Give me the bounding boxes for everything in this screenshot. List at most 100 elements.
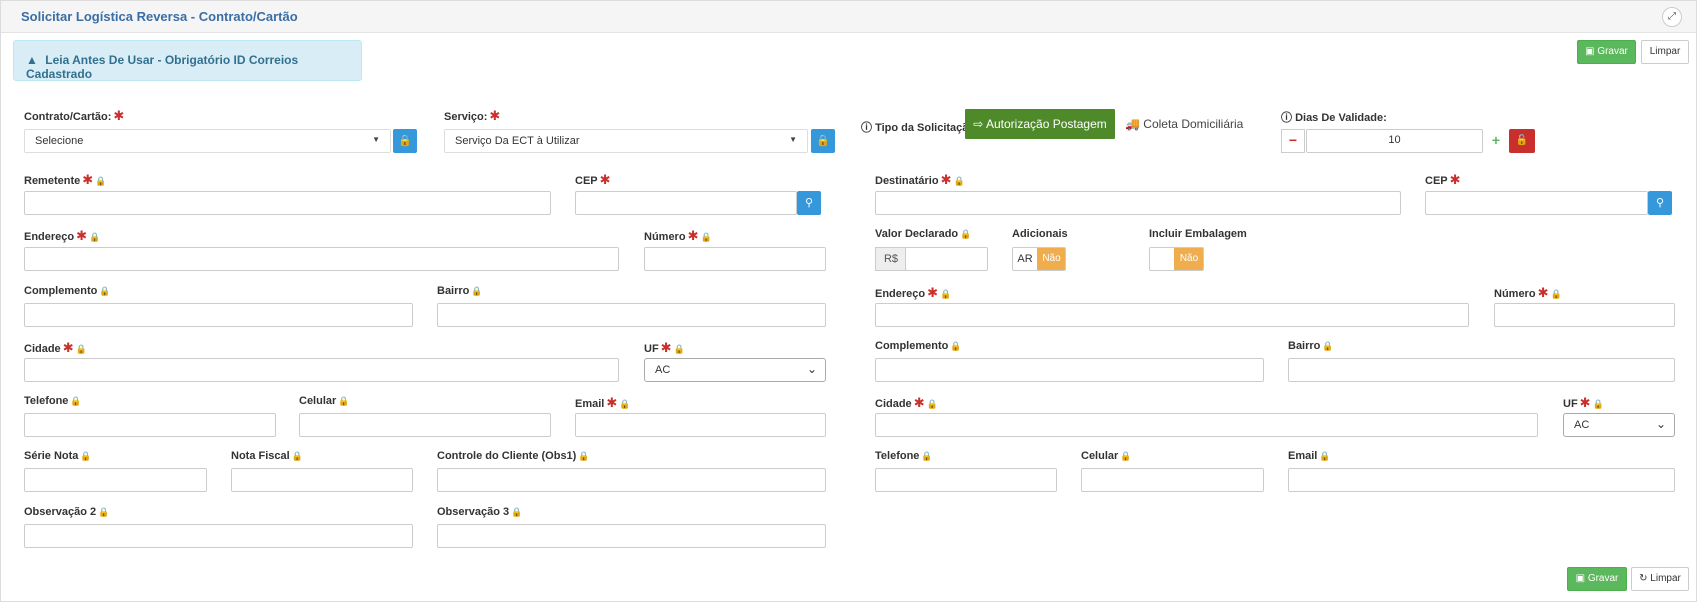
- bairro-dest-input[interactable]: [1288, 358, 1675, 382]
- info-icon: ⓘ: [861, 122, 872, 134]
- clear-button-bottom[interactable]: ↻ Limpar: [1631, 567, 1689, 591]
- telefone-dest-input[interactable]: [875, 468, 1057, 492]
- contrato-label: Contrato/Cartão: ✱: [24, 108, 125, 123]
- nota-fiscal-label: Nota Fiscal 🔒: [231, 450, 303, 462]
- numero-rem-input[interactable]: [644, 247, 826, 271]
- ar-toggle[interactable]: AR Não: [1012, 247, 1066, 271]
- remetente-input[interactable]: [24, 191, 551, 215]
- clear-button-top[interactable]: Limpar: [1641, 40, 1689, 64]
- search-icon: ⚲: [804, 197, 814, 209]
- lock-icon: 🔒: [1550, 289, 1562, 299]
- unlock-button[interactable]: 🔓: [1509, 129, 1535, 153]
- tipo-label: ⓘ Tipo da Solicitação: [861, 122, 976, 134]
- save-button-top[interactable]: ▣ Gravar: [1577, 40, 1636, 64]
- uf-rem-select[interactable]: AC ⌄: [644, 358, 826, 382]
- panel-header: Solicitar Logística Reversa - Contrato/C…: [1, 1, 1696, 33]
- save-button-bottom[interactable]: ▣ Gravar: [1567, 567, 1627, 591]
- lock-icon: 🔒: [960, 229, 972, 239]
- plus-button[interactable]: +: [1484, 129, 1508, 153]
- autorizacao-postagem-button[interactable]: ⇨ Autorização Postagem: [965, 109, 1115, 139]
- cep-dest-search-button[interactable]: ⚲: [1648, 191, 1672, 215]
- obs2-label: Observação 2 🔒: [24, 506, 110, 518]
- endereco-dest-input[interactable]: [875, 303, 1469, 327]
- lock-icon: 🔒: [673, 344, 685, 354]
- bairro-dest-label: Bairro 🔒: [1288, 340, 1334, 352]
- destinatario-label: Destinatário ✱ 🔒: [875, 172, 965, 187]
- obs3-input[interactable]: [437, 524, 826, 548]
- lock-icon: 🔒: [921, 451, 933, 461]
- contrato-select[interactable]: Selecione ▼: [24, 129, 391, 153]
- controle-cliente-input[interactable]: [437, 468, 826, 492]
- currency-addon: R$: [875, 247, 906, 271]
- lock-icon: 🔒: [80, 451, 92, 461]
- expand-icon[interactable]: ⤢: [1662, 7, 1682, 27]
- uf-dest-label: UF ✱ 🔒: [1563, 395, 1604, 410]
- complemento-dest-input[interactable]: [875, 358, 1264, 382]
- cidade-rem-label: Cidade ✱ 🔒: [24, 340, 87, 355]
- lock-icon: 🔒: [926, 399, 938, 409]
- servico-lock-button[interactable]: 🔒: [811, 129, 835, 153]
- valor-declarado-input[interactable]: [905, 247, 988, 271]
- complemento-dest-label: Complemento 🔒: [875, 340, 962, 352]
- endereco-dest-label: Endereço ✱ 🔒: [875, 285, 952, 300]
- embalagem-toggle[interactable]: Não: [1149, 247, 1204, 271]
- minus-button[interactable]: −: [1281, 129, 1305, 153]
- complemento-rem-input[interactable]: [24, 303, 413, 327]
- email-rem-input[interactable]: [575, 413, 826, 437]
- celular-dest-input[interactable]: [1081, 468, 1264, 492]
- lock-icon: 🔒: [1592, 399, 1604, 409]
- valor-declarado-label: Valor Declarado 🔒: [875, 228, 972, 240]
- truck-icon: 🚚: [1125, 117, 1140, 131]
- validade-label: ⓘ Dias De Validade:: [1281, 112, 1387, 124]
- lock-icon: 🔒: [471, 286, 483, 296]
- email-dest-label: Email 🔒: [1288, 450, 1331, 462]
- celular-rem-input[interactable]: [299, 413, 551, 437]
- page-title: Solicitar Logística Reversa - Contrato/C…: [21, 9, 298, 24]
- nota-fiscal-input[interactable]: [231, 468, 413, 492]
- caret-down-icon: ▼: [372, 135, 380, 144]
- email-dest-input[interactable]: [1288, 468, 1675, 492]
- lock-icon: 🔒: [89, 232, 101, 242]
- cidade-rem-input[interactable]: [24, 358, 619, 382]
- uf-dest-select[interactable]: AC ⌄: [1563, 413, 1675, 437]
- telefone-rem-label: Telefone 🔒: [24, 395, 82, 407]
- endereco-rem-input[interactable]: [24, 247, 619, 271]
- contrato-lock-button[interactable]: 🔒: [393, 129, 417, 153]
- chevron-down-icon: ⌄: [806, 362, 817, 376]
- cidade-dest-input[interactable]: [875, 413, 1538, 437]
- cep-dest-input[interactable]: [1425, 191, 1648, 215]
- lock-icon: 🔒: [338, 396, 350, 406]
- coleta-domiciliaria-option[interactable]: 🚚 Coleta Domiciliária: [1125, 117, 1243, 131]
- lock-icon: 🔒: [940, 289, 952, 299]
- lock-icon: 🔒: [398, 135, 412, 147]
- servico-select[interactable]: Serviço Da ECT à Utilizar ▼: [444, 129, 808, 153]
- destinatario-input[interactable]: [875, 191, 1401, 215]
- lock-icon: 🔒: [578, 451, 590, 461]
- bairro-rem-input[interactable]: [437, 303, 826, 327]
- search-icon: ⚲: [1655, 197, 1665, 209]
- lock-icon: 🔒: [816, 135, 830, 147]
- lock-icon: 🔒: [98, 507, 110, 517]
- numero-dest-label: Número ✱ 🔒: [1494, 285, 1562, 300]
- unlock-icon: 🔓: [1515, 135, 1529, 146]
- controle-cliente-label: Controle do Cliente (Obs1) 🔒: [437, 450, 590, 462]
- cep-rem-input[interactable]: [575, 191, 797, 215]
- telefone-rem-input[interactable]: [24, 413, 276, 437]
- lock-icon: 🔒: [953, 176, 965, 186]
- alert-text: Leia Antes De Usar - Obrigatório ID Corr…: [26, 53, 299, 81]
- lock-icon: 🔒: [619, 399, 631, 409]
- warning-icon: ▲: [26, 53, 38, 67]
- save-icon: ▣: [1585, 46, 1595, 57]
- cep-dest-label: CEP ✱: [1425, 172, 1461, 187]
- numero-dest-input[interactable]: [1494, 303, 1675, 327]
- obs2-input[interactable]: [24, 524, 413, 548]
- endereco-rem-label: Endereço ✱ 🔒: [24, 228, 101, 243]
- email-rem-label: Email ✱ 🔒: [575, 395, 631, 410]
- serie-nota-input[interactable]: [24, 468, 207, 492]
- lock-icon: 🔒: [1322, 341, 1334, 351]
- cep-rem-search-button[interactable]: ⚲: [797, 191, 821, 215]
- remetente-label: Remetente ✱ 🔒: [24, 172, 107, 187]
- adicionais-label: Adicionais: [1012, 228, 1068, 240]
- validade-input[interactable]: 10: [1306, 129, 1483, 153]
- info-alert[interactable]: ▲ Leia Antes De Usar - Obrigatório ID Co…: [13, 40, 362, 81]
